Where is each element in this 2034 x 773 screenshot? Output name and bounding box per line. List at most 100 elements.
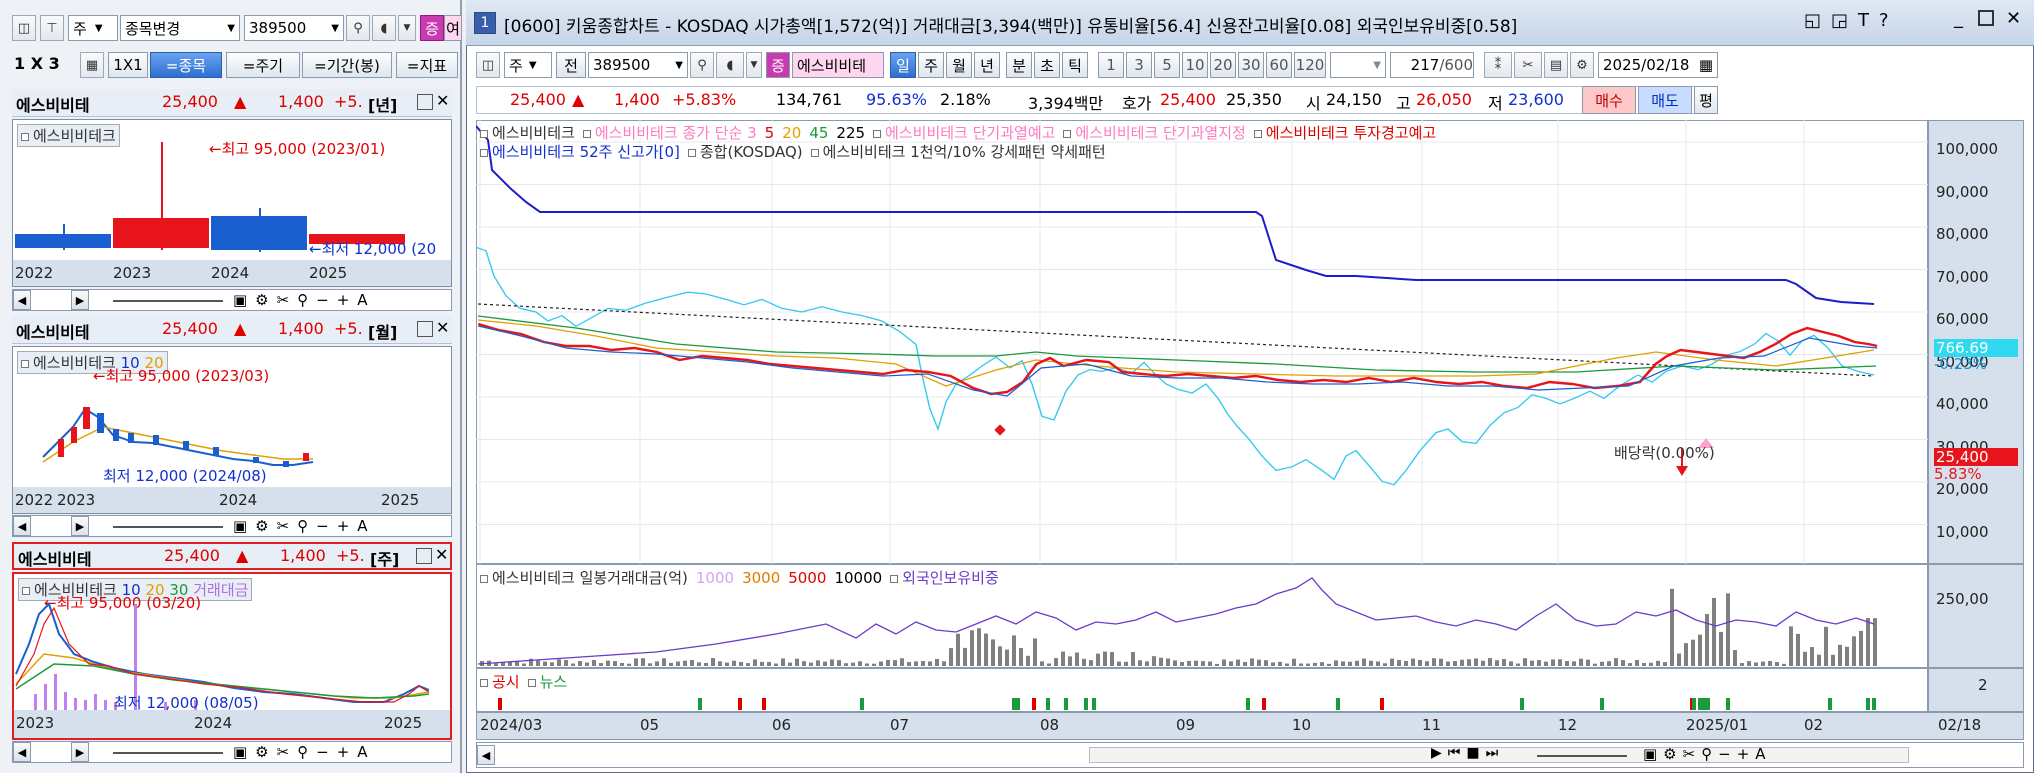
panel-month-header: 에스비비테 25,400 ▲ 1,400 +5. [월] ✕ [12,316,452,344]
volume-bar [1425,661,1429,666]
num-60[interactable]: 60 [1266,52,1292,78]
volume-bar [1376,661,1380,666]
num-10[interactable]: 10 [1182,52,1208,78]
volume-bar [963,647,967,666]
code-input[interactable]: 389500 ▼ [588,52,688,78]
volume-bar [1467,659,1471,666]
dropdown-icon[interactable]: ▼ [746,52,762,78]
num-20[interactable]: 20 [1210,52,1236,78]
volume-bar [1166,658,1170,666]
period-week[interactable]: 주 [918,52,944,78]
legend-marker [873,129,882,138]
gear-icon[interactable]: ⚙ [1570,52,1594,78]
volume-bar [1082,658,1086,666]
num-1[interactable]: 1 [1098,52,1124,78]
type-select[interactable]: 주 ▼ [68,15,118,41]
volume-bar [1173,660,1177,666]
volume-bar [1327,663,1331,666]
maximize-icon[interactable] [417,94,433,110]
period-tick[interactable]: 틱 [1062,52,1088,78]
num-3[interactable]: 3 [1126,52,1152,78]
code-input[interactable]: 389500 ▼ [244,15,344,41]
interval-select[interactable]: ▼ [1330,52,1386,78]
jipyo-button[interactable]: =지표 [396,52,458,78]
news-mark [1726,698,1730,710]
tab-jeung[interactable]: 증 [766,52,790,78]
gigan-button[interactable]: =기간(봉) [302,52,392,78]
volume-bar [1495,660,1499,666]
close-icon[interactable]: ✕ [436,318,449,337]
volume-bar [1481,660,1485,666]
news-mark [1520,698,1524,710]
avg-button[interactable]: 평 [1694,86,1718,114]
volume-bar [1124,661,1128,666]
one-by-one-button[interactable]: 1X1 [108,52,148,78]
period-month[interactable]: 월 [946,52,972,78]
volume-bar [1089,660,1093,666]
main-scrollbar[interactable]: ◀ ▶⏮■⏭ ▣⚙✂⚲−+A [476,742,2024,768]
minimize-icon[interactable]: _ [1954,8,1963,29]
close-icon[interactable]: ✕ [435,545,448,564]
panel-week-scrollbar[interactable]: ◀ ▶ ▣⚙✂⚲−+A [12,741,452,763]
period-year[interactable]: 년 [974,52,1000,78]
prev-button[interactable]: 전 [556,52,586,78]
volume-bar [830,659,834,666]
period-second[interactable]: 초 [1034,52,1060,78]
jugi-button[interactable]: =주기 [226,52,300,78]
volume-bar [1551,659,1555,666]
week-candles [15,602,430,710]
volume-bar [676,661,680,666]
window-controls[interactable]: ◱◲T? [1804,10,1899,31]
volume-bar [1131,652,1135,666]
search-icon[interactable]: ⚲ [346,15,370,41]
panel-month-scrollbar[interactable]: ◀ ▶ ▣⚙✂⚲−+A [12,515,452,537]
layout-icon[interactable]: ◫ [476,52,500,78]
jongmok-button[interactable]: =종목 [150,52,222,78]
panel-month-chart: 에스비비테크 10 20 ←최고 95,000 (2023/03) 최저 12,… [12,346,452,514]
num-5[interactable]: 5 [1154,52,1180,78]
count-input[interactable]: 217/600 [1390,52,1474,78]
layout-icon[interactable]: ◫ [12,15,36,41]
period-day[interactable]: 일 [890,52,916,78]
tab-jeung[interactable]: 증 [420,15,444,41]
date-input[interactable]: 2025/02/18 ▦ [1598,52,1718,78]
volume-bar [1201,661,1205,666]
volume-bar [564,660,568,666]
volume-bar [1544,661,1548,666]
dropdown-icon[interactable]: ▼ [398,15,416,41]
bars-icon[interactable]: ⁑ [1484,52,1512,78]
grid-icon[interactable]: ▦ [80,52,104,78]
num-30[interactable]: 30 [1238,52,1264,78]
type-select[interactable]: 주 ▼ [504,52,552,78]
volume-bar [753,659,757,666]
maximize-icon[interactable] [417,321,433,337]
volume-bar [501,662,505,666]
news-marks [498,698,1876,710]
close-icon[interactable]: ✕ [436,91,449,110]
volume-bar [1698,634,1702,666]
num-120[interactable]: 120 [1294,52,1326,78]
news-mark [1064,698,1068,710]
buy-button[interactable]: 매수 [1582,86,1636,114]
volume-bar [914,661,918,666]
volume-bar [977,628,981,666]
search-icon[interactable]: ⚲ [690,52,714,78]
stock-change-select[interactable]: 종목변경 ▼ [120,15,240,41]
sell-button[interactable]: 매도 [1638,86,1692,114]
volume-bar [991,639,995,666]
volume-bar [704,662,708,666]
period-minute[interactable]: 분 [1006,52,1032,78]
volume-bar [1649,662,1653,666]
speaker-icon[interactable]: ◖ [716,52,744,78]
close-icon[interactable]: ✕ [2006,8,2021,29]
panel-year-scrollbar[interactable]: ◀ ▶ ▣⚙✂⚲−+A [12,289,452,311]
tab-more[interactable]: 여 [444,15,462,41]
save-icon[interactable]: ▤ [1544,52,1568,78]
maximize-icon[interactable] [416,548,432,564]
volume-bar [935,658,939,666]
chart-tool-icon[interactable]: ✂ [1514,52,1542,78]
pin-icon[interactable]: ⊤ [40,15,64,41]
y-tick: 90,000 [1936,182,1989,201]
speaker-icon[interactable]: ◖ [372,15,396,41]
maximize-icon[interactable] [1978,10,1994,26]
